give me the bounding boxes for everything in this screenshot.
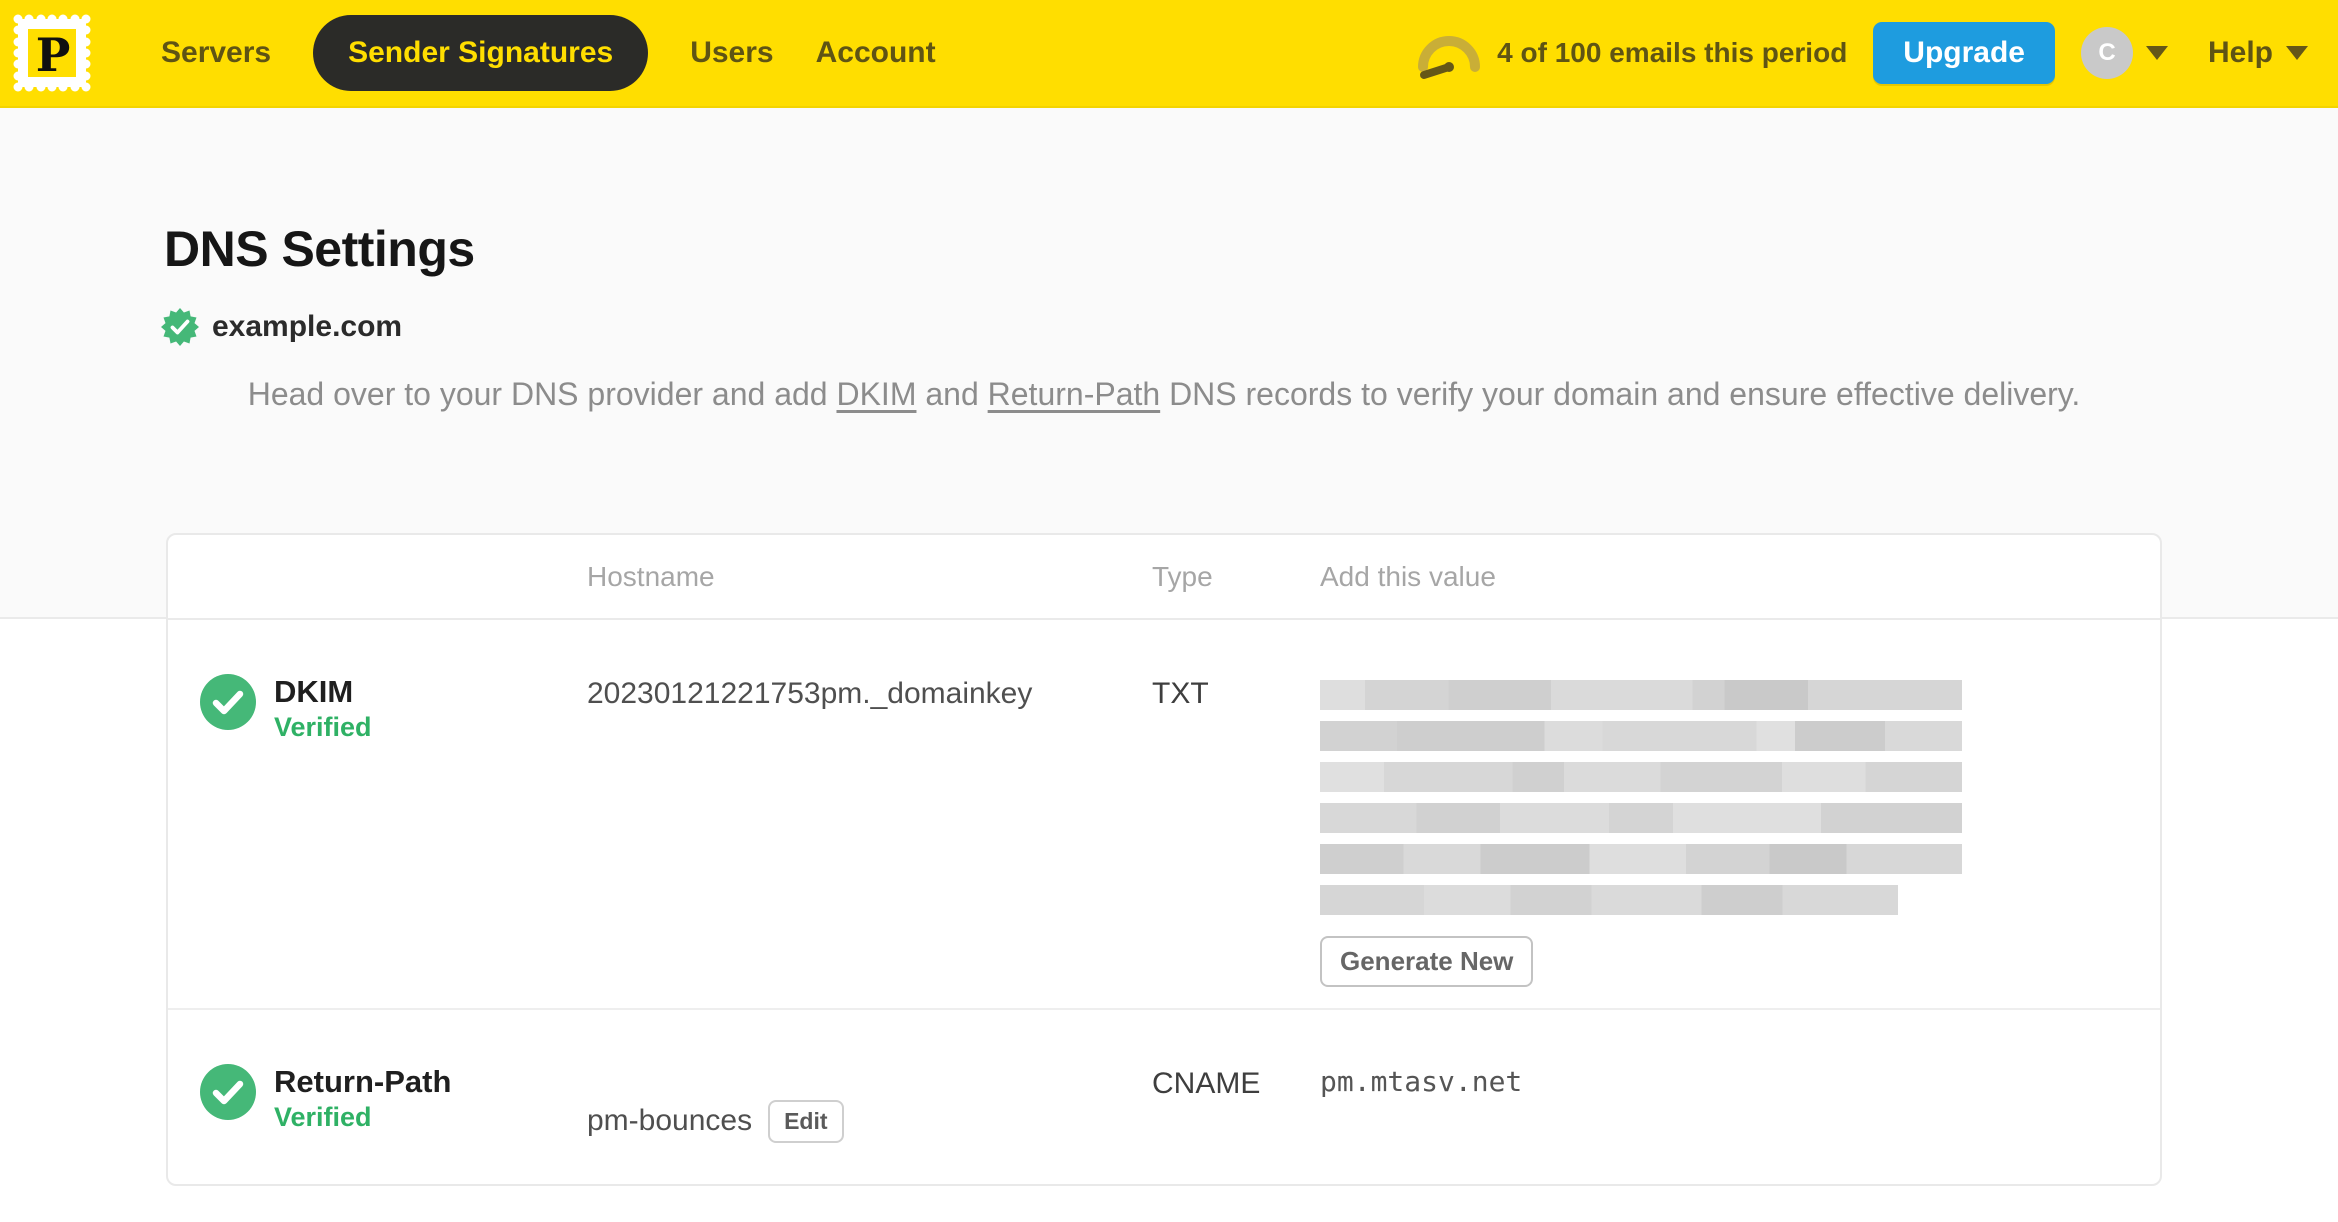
nav-item-users[interactable]: Users bbox=[690, 36, 773, 70]
dkim-link[interactable]: DKIM bbox=[836, 376, 916, 412]
column-header-type: Type bbox=[1152, 560, 1213, 592]
description-text: DNS records to verify your domain and en… bbox=[1160, 376, 2081, 412]
table-row-dkim: DKIM Verified 20230121221753pm._domainke… bbox=[168, 620, 2160, 1008]
dkim-value-cell: Generate New bbox=[1320, 620, 2160, 1008]
help-chevron-down-icon bbox=[2286, 46, 2308, 60]
verified-check-icon bbox=[200, 1064, 256, 1120]
dkim-hostname: 20230121221753pm._domainkey bbox=[587, 677, 1033, 710]
page-description: Head over to your DNS provider and add D… bbox=[166, 370, 2162, 418]
verified-check-icon bbox=[200, 674, 256, 730]
return-path-hostname-cell: pm-bounces Edit bbox=[587, 1010, 1152, 1184]
table-row-return-path: Return-Path Verified pm-bounces Edit CNA… bbox=[168, 1008, 2160, 1184]
dkim-type: TXT bbox=[1152, 677, 1209, 710]
return-path-value: pm.mtasv.net bbox=[1320, 1065, 1523, 1098]
redacted-line bbox=[1320, 885, 1898, 915]
redacted-line bbox=[1320, 803, 1962, 833]
redacted-line bbox=[1320, 680, 1962, 710]
redacted-line bbox=[1320, 721, 1962, 751]
domain-name: example.com bbox=[212, 310, 403, 343]
record-name: DKIM bbox=[274, 674, 354, 709]
navbar-right-group: 4 of 100 emails this period Upgrade C He… bbox=[1415, 22, 2308, 84]
return-path-type: CNAME bbox=[1152, 1067, 1261, 1100]
redacted-value bbox=[1320, 680, 2160, 915]
postmark-logo-icon[interactable]: P bbox=[10, 11, 94, 95]
nav-item-sender-signatures[interactable]: Sender Signatures bbox=[313, 15, 649, 91]
table-header-row: Hostname Type Add this value bbox=[168, 535, 2160, 620]
column-header-hostname: Hostname bbox=[587, 560, 715, 592]
return-path-link[interactable]: Return-Path bbox=[988, 376, 1161, 412]
usage-counter: 4 of 100 emails this period bbox=[1497, 37, 1848, 68]
top-navbar: P Servers Sender Signatures Users Accoun… bbox=[0, 0, 2338, 108]
svg-text:P: P bbox=[36, 28, 71, 82]
help-label: Help bbox=[2207, 36, 2273, 69]
return-path-hostname: pm-bounces bbox=[587, 1104, 753, 1137]
nav-item-account[interactable]: Account bbox=[816, 36, 936, 70]
nav-item-servers[interactable]: Servers bbox=[161, 36, 271, 70]
redacted-line bbox=[1320, 844, 1962, 874]
description-text: Head over to your DNS provider and add bbox=[247, 376, 837, 412]
help-menu[interactable]: Help bbox=[2208, 36, 2308, 70]
usage-gauge-icon bbox=[1418, 36, 1481, 79]
return-path-status-cell: Return-Path Verified bbox=[168, 1010, 587, 1184]
column-header-add-this-value: Add this value bbox=[1320, 560, 1496, 592]
status-badge: Verified bbox=[274, 712, 372, 742]
avatar[interactable]: C bbox=[2080, 27, 2133, 79]
main-content: DNS Settings example.com Head over to yo… bbox=[0, 108, 2338, 1222]
description-text: and bbox=[916, 376, 988, 412]
page-title: DNS Settings bbox=[164, 221, 475, 277]
status-badge: Verified bbox=[274, 1102, 372, 1132]
page-header: DNS Settings example.com Head over to yo… bbox=[0, 108, 2338, 418]
upgrade-button[interactable]: Upgrade bbox=[1873, 22, 2055, 84]
redacted-line bbox=[1320, 762, 1962, 792]
dns-records-table: Hostname Type Add this value DKIM Verifi… bbox=[166, 533, 2162, 1186]
domain-row: example.com bbox=[161, 308, 2338, 346]
record-name: Return-Path bbox=[274, 1064, 452, 1099]
edit-button[interactable]: Edit bbox=[768, 1099, 844, 1143]
verified-seal-icon bbox=[161, 308, 199, 346]
generate-new-button[interactable]: Generate New bbox=[1320, 936, 1534, 987]
dkim-status-cell: DKIM Verified bbox=[168, 620, 587, 1008]
avatar-chevron-down-icon[interactable] bbox=[2145, 46, 2168, 60]
